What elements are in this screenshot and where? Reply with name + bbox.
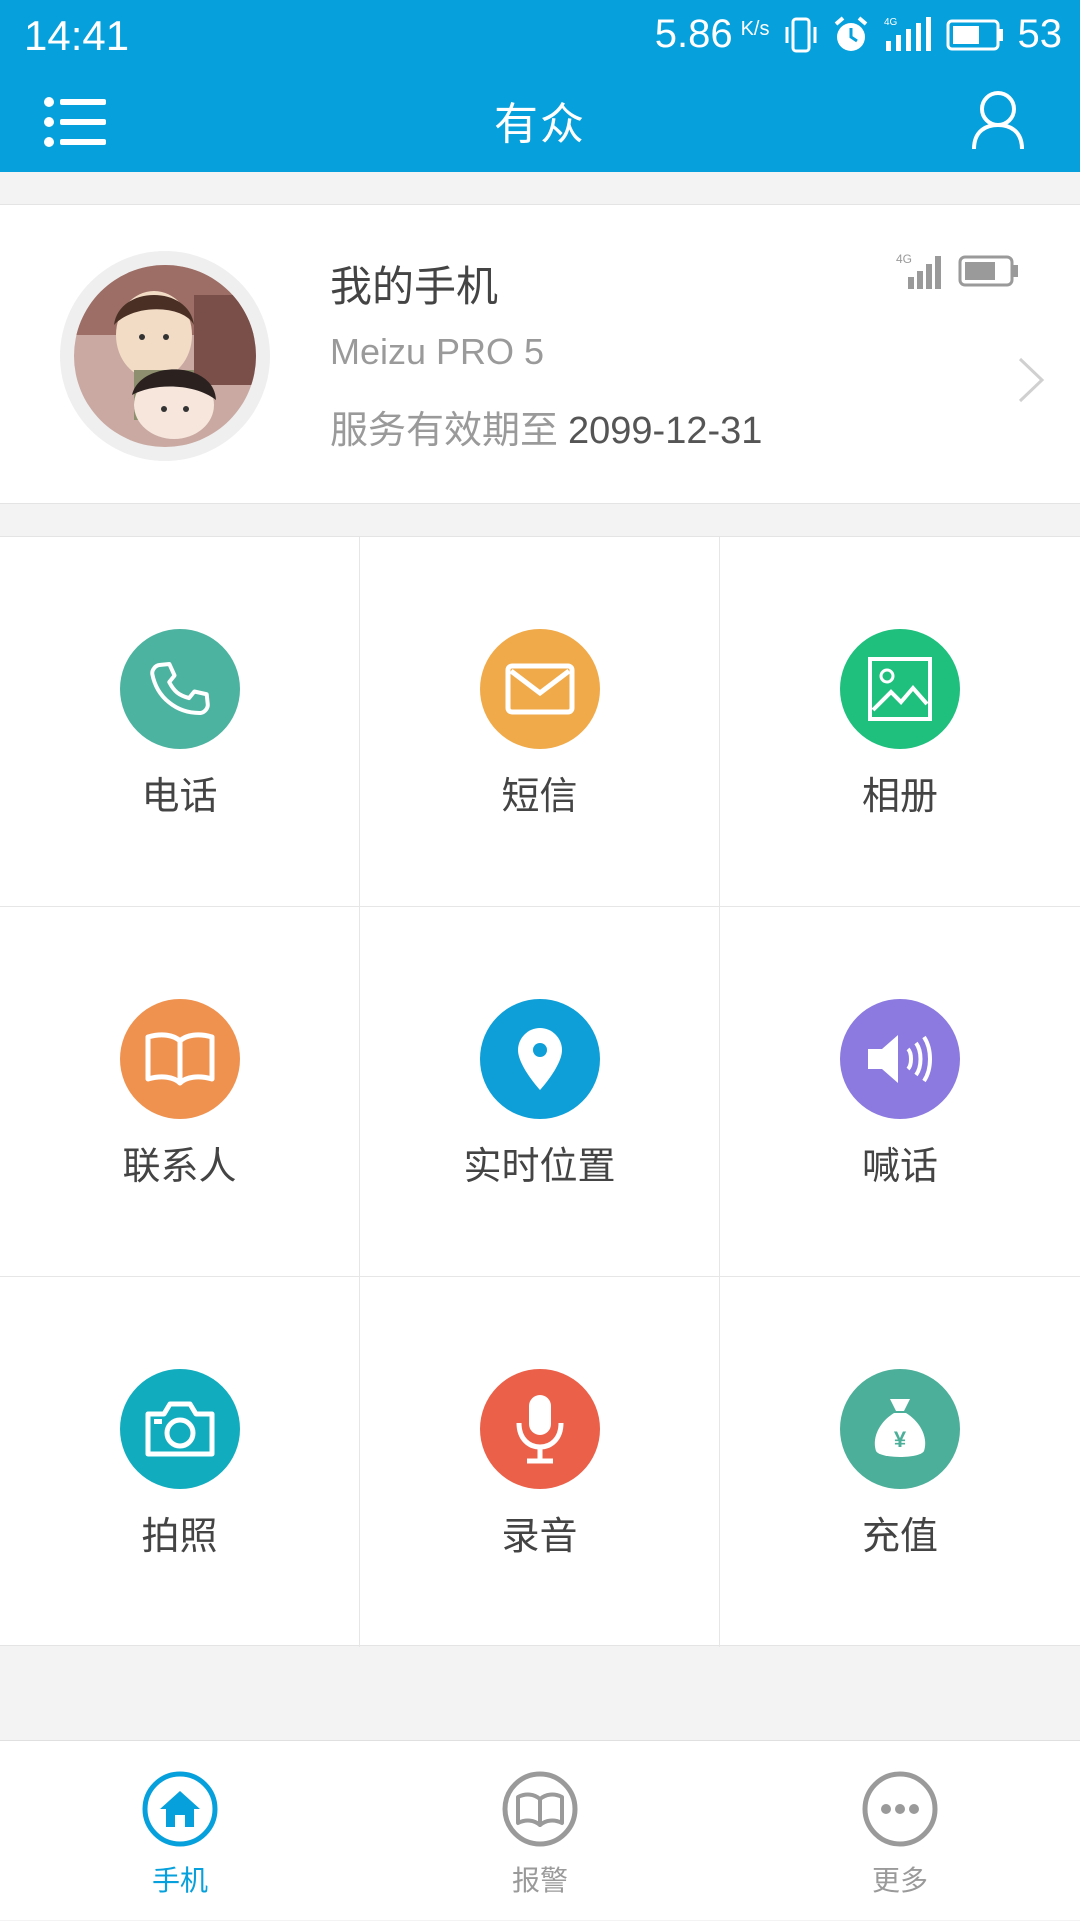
status-time: 14:41 <box>24 12 130 59</box>
mail-icon <box>480 629 600 749</box>
vibrate-icon <box>784 15 818 55</box>
feature-grid: 电话 短信 相册 联系人 实时位置 喊话 拍照 录音 ¥ 充值 <box>0 536 1080 1647</box>
top-bar: 14:41 5.86 K/s 4G 53 有众 <box>0 0 1080 172</box>
feature-photo[interactable]: 拍照 <box>0 1277 360 1647</box>
location-pin-icon <box>480 999 600 1119</box>
tab-label: 手机 <box>151 1864 208 1897</box>
feature-label: 录音 <box>501 1514 578 1558</box>
feature-location[interactable]: 实时位置 <box>360 907 720 1277</box>
svg-text:¥: ¥ <box>894 1427 907 1452</box>
feature-sms[interactable]: 短信 <box>360 537 720 907</box>
user-profile-button[interactable] <box>956 78 1040 162</box>
alarm-clock-icon <box>832 15 870 55</box>
feature-label: 充值 <box>861 1514 938 1558</box>
tab-phone[interactable]: 手机 <box>0 1741 360 1921</box>
cell-signal-icon: 4G <box>884 15 932 55</box>
battery-level: 53 <box>1017 12 1063 56</box>
device-model: Meizu PRO 5 <box>330 331 545 372</box>
tab-alarm[interactable]: 报警 <box>360 1741 720 1921</box>
feature-label: 实时位置 <box>463 1144 616 1188</box>
camera-icon <box>120 1369 240 1489</box>
network-speed-unit: K/s <box>740 18 770 40</box>
feature-phone[interactable]: 电话 <box>0 537 360 907</box>
book-icon <box>120 999 240 1119</box>
money-bag-icon: ¥ <box>840 1369 960 1489</box>
service-expiry: 服务有效期至 2099-12-31 <box>330 399 762 454</box>
tab-label: 更多 <box>871 1864 928 1897</box>
tab-label: 报警 <box>511 1864 568 1897</box>
feature-record[interactable]: 录音 <box>360 1277 720 1647</box>
device-network-label: 4G <box>896 252 912 266</box>
more-dots-icon <box>862 1771 938 1851</box>
device-signal-icon: 4G <box>896 251 946 295</box>
device-avatar-ring <box>60 251 270 461</box>
photo-album-icon <box>840 629 960 749</box>
svg-text:4G: 4G <box>884 17 898 28</box>
user-icon <box>972 91 1024 150</box>
speaker-icon <box>840 999 960 1119</box>
expiry-label: 服务有效期至 <box>330 408 559 452</box>
feature-album[interactable]: 相册 <box>720 537 1080 907</box>
status-right: 5.86 K/s 4G 53 <box>655 12 1062 57</box>
tab-more[interactable]: 更多 <box>720 1741 1080 1921</box>
page-title: 有众 <box>494 99 586 150</box>
avatar <box>74 265 256 447</box>
feature-recharge[interactable]: ¥ 充值 <box>720 1277 1080 1647</box>
home-icon <box>142 1771 218 1851</box>
feature-label: 短信 <box>501 774 578 818</box>
battery-status-icon <box>946 18 1004 52</box>
bottom-tab-bar: 手机 报警 更多 <box>0 1740 1080 1920</box>
status-bar: 14:41 5.86 K/s 4G 53 <box>0 0 1080 72</box>
feature-label: 电话 <box>141 774 218 818</box>
feature-label: 拍照 <box>141 1514 218 1558</box>
chevron-right-icon <box>1016 355 1046 409</box>
device-battery-icon <box>958 255 1020 291</box>
device-card[interactable]: 我的手机 Meizu PRO 5 服务有效期至 2099-12-31 4G <box>0 204 1080 504</box>
phone-icon <box>120 629 240 749</box>
feature-label: 相册 <box>861 774 938 818</box>
feature-shout[interactable]: 喊话 <box>720 907 1080 1277</box>
expiry-date: 2099-12-31 <box>568 410 763 452</box>
network-speed: 5.86 <box>654 12 733 56</box>
feature-label: 联系人 <box>122 1144 237 1188</box>
app-bar: 有众 <box>0 72 1080 172</box>
microphone-icon <box>480 1369 600 1489</box>
alarm-book-icon <box>502 1771 578 1851</box>
feature-contacts[interactable]: 联系人 <box>0 907 360 1277</box>
feature-label: 喊话 <box>861 1144 938 1188</box>
device-name: 我的手机 <box>330 262 499 311</box>
